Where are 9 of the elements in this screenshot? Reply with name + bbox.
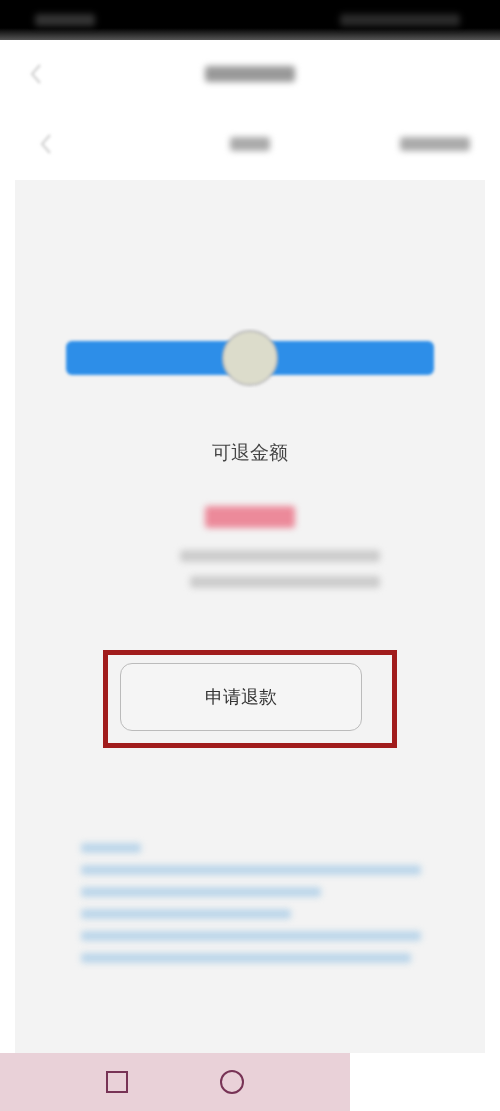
blurred-text: [230, 137, 270, 151]
coin-icon: [220, 328, 280, 388]
recent-apps-icon[interactable]: [106, 1071, 128, 1093]
blurred-text: [400, 137, 470, 151]
blurred-text: [35, 14, 95, 26]
refund-label: 可退金额: [212, 440, 288, 465]
blurred-text: [81, 843, 141, 853]
apply-refund-button[interactable]: 申请退款: [120, 663, 362, 731]
home-icon[interactable]: [220, 1070, 244, 1094]
